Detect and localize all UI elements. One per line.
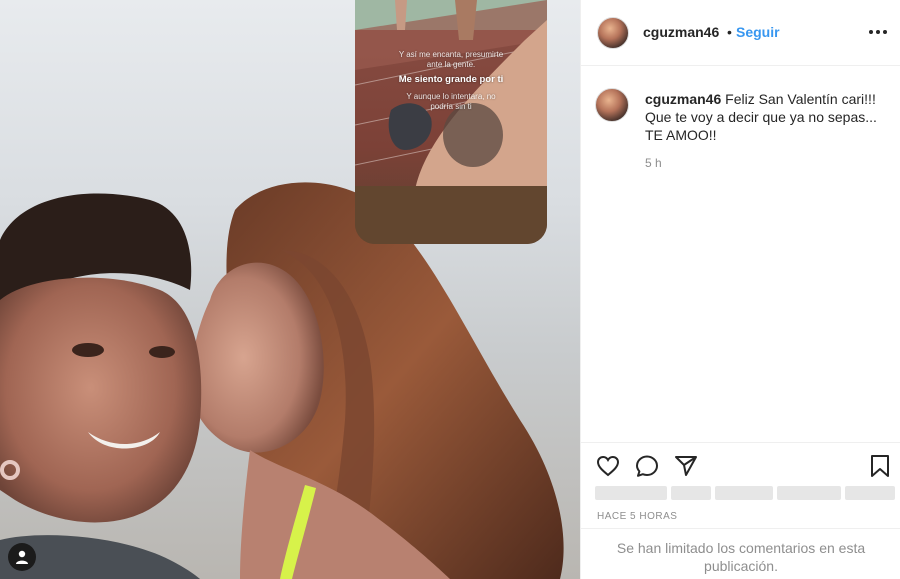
tagged-users-button[interactable] [8,543,36,571]
action-bar [581,442,900,488]
story-caption-highlight: Me siento grande por ti [398,74,504,85]
post-photo[interactable]: Y así me encanta, presumirte ante la gen… [0,0,580,579]
user-icon [16,550,28,564]
post-header: cguzman46 • Seguir [581,0,900,66]
caption-author-avatar[interactable] [595,88,629,122]
embedded-story-card: Y así me encanta, presumirte ante la gen… [355,0,547,244]
story-caption-line: podría sin ti [430,102,472,111]
comments-limited-notice: Se han limitado los comentarios en esta … [581,528,900,579]
caption-time[interactable]: 5 h [645,156,662,170]
author-avatar[interactable] [597,17,629,49]
post-timestamp[interactable]: HACE 5 HORAS [597,511,677,522]
bookmark-icon[interactable] [867,453,893,479]
story-caption-line: Y así me encanta, presumirte [398,50,504,59]
story-bottom-bar [355,186,547,244]
story-caption-line: Y aunque lo intentara, no [406,92,496,101]
caption-username[interactable]: cguzman46 [645,91,721,107]
follow-button[interactable]: Seguir [736,24,780,40]
share-icon[interactable] [673,453,699,479]
post-side-panel: cguzman46 • Seguir cguzman46 Feliz San V… [580,0,900,579]
more-options-icon[interactable] [869,22,891,42]
separator-dot: • [727,24,732,40]
story-caption-line: ante la gente. [426,60,476,69]
likes-blurred [595,486,895,500]
heart-icon[interactable] [595,453,621,479]
comment-icon[interactable] [634,453,660,479]
author-username[interactable]: cguzman46 [643,24,719,40]
caption-text-block: cguzman46 Feliz San Valentín cari!!! Que… [645,90,889,144]
